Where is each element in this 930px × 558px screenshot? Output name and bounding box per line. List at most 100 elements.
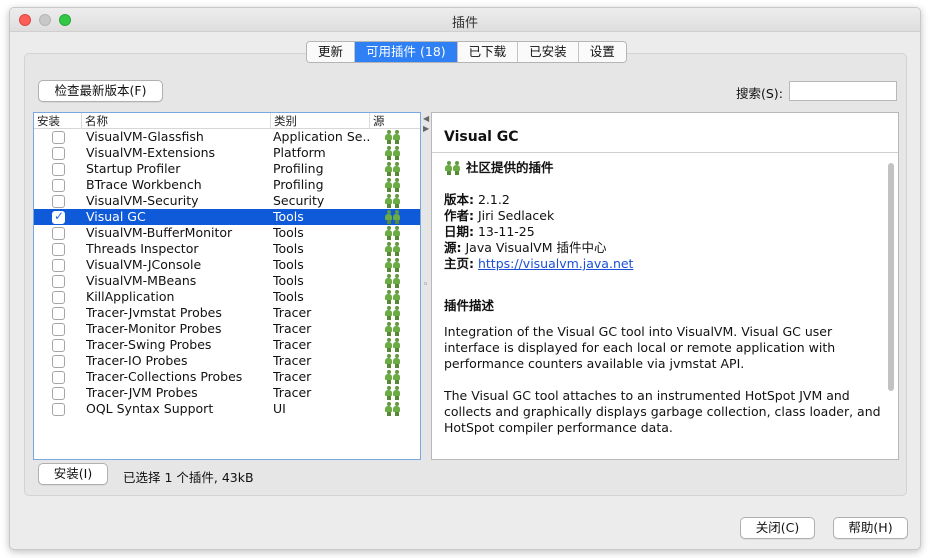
plugin-name: VisualVM-Glassfish — [86, 129, 204, 144]
table-row[interactable]: Tracer-Collections Probes Tracer — [34, 369, 420, 385]
table-row[interactable]: ✓ Visual GC Tools — [34, 209, 420, 225]
install-checkbox[interactable] — [52, 339, 65, 352]
detail-scrollbar[interactable] — [888, 163, 894, 391]
check-updates-button[interactable]: 检查最新版本(F) — [38, 80, 163, 102]
date-value: 13-11-25 — [474, 224, 535, 239]
install-checkbox[interactable] — [52, 291, 65, 304]
version-line: 版本: 2.1.2 — [444, 192, 884, 208]
drag-handle-icon[interactable]: ◦ — [423, 280, 428, 290]
table-row[interactable]: OQL Syntax Support UI — [34, 401, 420, 417]
community-people-icon — [384, 130, 404, 146]
install-checkbox[interactable] — [52, 131, 65, 144]
table-row[interactable]: VisualVM-Extensions Platform — [34, 145, 420, 161]
description-paragraph-2: The Visual GC tool attaches to an instru… — [444, 388, 881, 435]
plugin-category: Tracer — [273, 337, 312, 352]
search-label: 搜索(S): — [736, 86, 783, 101]
search-input[interactable] — [789, 81, 897, 101]
version-key: 版本: — [444, 192, 474, 207]
plugin-name: VisualVM-Security — [86, 193, 199, 208]
author-line: 作者: Jiri Sedlacek — [444, 208, 884, 224]
community-people-icon — [384, 274, 404, 290]
column-source[interactable]: 源 — [370, 113, 420, 129]
plugin-category: Tracer — [273, 385, 312, 400]
install-checkbox[interactable]: ✓ — [52, 211, 65, 224]
table-row[interactable]: VisualVM-Security Security — [34, 193, 420, 209]
install-checkbox[interactable] — [52, 243, 65, 256]
help-button[interactable]: 帮助(H) — [833, 517, 908, 539]
table-row[interactable]: VisualVM-BufferMonitor Tools — [34, 225, 420, 241]
install-checkbox[interactable] — [52, 195, 65, 208]
community-people-icon — [384, 354, 404, 370]
tab-installed[interactable]: 已安装 — [518, 42, 579, 62]
split-divider[interactable]: ◀ ▶ ◦ — [422, 112, 430, 460]
table-row[interactable]: Tracer-Jvmstat Probes Tracer — [34, 305, 420, 321]
plugin-name: VisualVM-JConsole — [86, 257, 202, 272]
table-row[interactable]: Tracer-Swing Probes Tracer — [34, 337, 420, 353]
install-checkbox[interactable] — [52, 307, 65, 320]
tab-updates[interactable]: 更新 — [307, 42, 356, 62]
table-row[interactable]: VisualVM-JConsole Tools — [34, 257, 420, 273]
install-checkbox[interactable] — [52, 403, 65, 416]
column-category[interactable]: 类别 — [271, 113, 370, 129]
plugin-category: Tools — [273, 241, 304, 256]
table-row[interactable]: Tracer-IO Probes Tracer — [34, 353, 420, 369]
community-people-icon — [384, 306, 404, 322]
column-name[interactable]: 名称 — [82, 113, 271, 129]
description-paragraph-1: Integration of the Visual GC tool into V… — [444, 324, 836, 371]
community-people-icon — [384, 290, 404, 306]
plugin-category: Profiling — [273, 161, 324, 176]
title-bar[interactable]: 插件 — [10, 8, 920, 32]
community-people-icon — [384, 338, 404, 354]
homepage-link[interactable]: https://visualvm.java.net — [478, 256, 633, 271]
collapse-left-icon[interactable]: ◀ — [423, 114, 429, 123]
plugin-name: Tracer-JVM Probes — [86, 385, 198, 400]
table-row[interactable]: Tracer-JVM Probes Tracer — [34, 385, 420, 401]
author-key: 作者: — [444, 208, 474, 223]
community-badge: 社区提供的插件 — [444, 160, 884, 176]
install-checkbox[interactable] — [52, 371, 65, 384]
install-checkbox[interactable] — [52, 227, 65, 240]
community-people-icon — [384, 226, 404, 242]
community-people-icon — [384, 322, 404, 338]
install-checkbox[interactable] — [52, 323, 65, 336]
install-checkbox[interactable] — [52, 147, 65, 160]
tab-downloaded[interactable]: 已下载 — [457, 42, 519, 62]
install-checkbox[interactable] — [52, 355, 65, 368]
collapse-right-icon[interactable]: ▶ — [423, 124, 429, 133]
column-install[interactable]: 安装 — [34, 113, 82, 129]
install-checkbox[interactable] — [52, 275, 65, 288]
community-people-icon — [384, 146, 404, 162]
table-row[interactable]: Tracer-Monitor Probes Tracer — [34, 321, 420, 337]
table-row[interactable]: Threads Inspector Tools — [34, 241, 420, 257]
plugin-category: Tracer — [273, 369, 312, 384]
table-row[interactable]: VisualVM-Glassfish Application Se... — [34, 129, 420, 145]
community-people-icon — [384, 370, 404, 386]
install-checkbox[interactable] — [52, 163, 65, 176]
close-button[interactable]: 关闭(C) — [740, 517, 815, 539]
table-row[interactable]: VisualVM-MBeans Tools — [34, 273, 420, 289]
plugin-name: Tracer-IO Probes — [86, 353, 188, 368]
author-value: Jiri Sedlacek — [474, 208, 555, 223]
install-checkbox[interactable] — [52, 259, 65, 272]
tab-available-plugins[interactable]: 可用插件 (18) — [355, 42, 458, 62]
install-checkbox[interactable] — [52, 387, 65, 400]
plugin-category: Tools — [273, 209, 304, 224]
plugin-name: VisualVM-MBeans — [86, 273, 197, 288]
install-checkbox[interactable] — [52, 179, 65, 192]
install-button[interactable]: 安装(I) — [38, 463, 108, 485]
plugin-category: Application Se... — [273, 129, 369, 144]
community-people-icon — [384, 178, 404, 194]
community-people-icon — [384, 210, 404, 226]
plugin-category: Profiling — [273, 177, 324, 192]
plugin-category: Tracer — [273, 321, 312, 336]
plugin-name: OQL Syntax Support — [86, 401, 214, 416]
description-title: 插件描述 — [444, 298, 495, 313]
table-row[interactable]: BTrace Workbench Profiling — [34, 177, 420, 193]
plugins-dialog: 插件 更新 可用插件 (18) 已下载 已安装 设置 检查最新版本(F) 搜索(… — [9, 7, 921, 550]
tab-settings[interactable]: 设置 — [578, 42, 626, 62]
date-line: 日期: 13-11-25 — [444, 224, 884, 240]
source-value: Java VisualVM 插件中心 — [461, 240, 607, 255]
version-value: 2.1.2 — [474, 192, 510, 207]
table-row[interactable]: Startup Profiler Profiling — [34, 161, 420, 177]
table-row[interactable]: KillApplication Tools — [34, 289, 420, 305]
